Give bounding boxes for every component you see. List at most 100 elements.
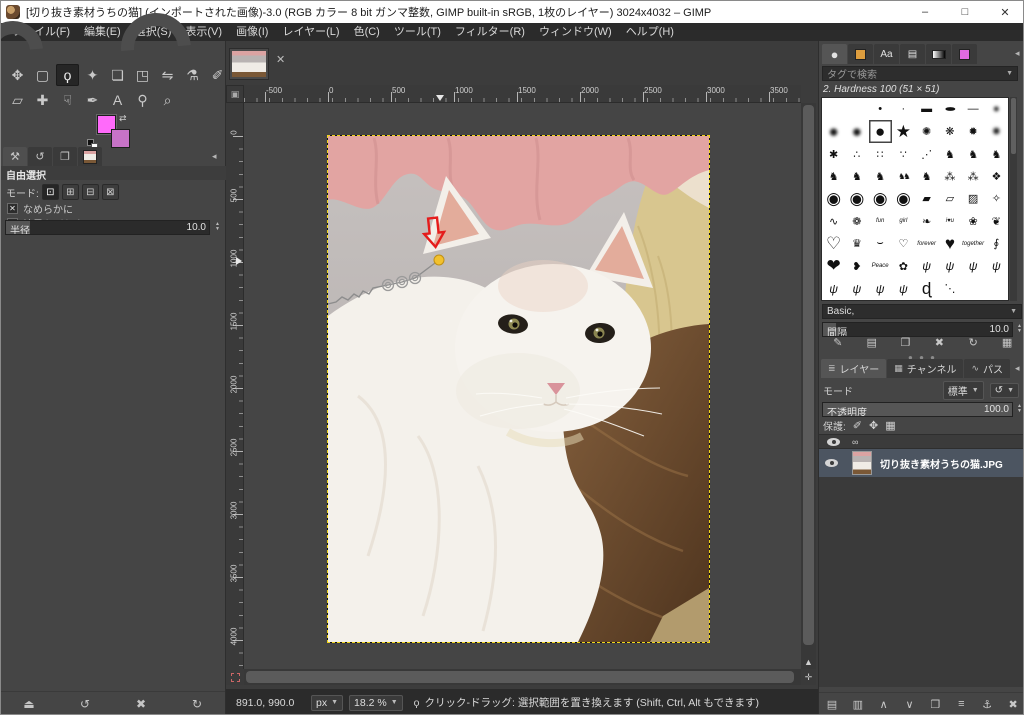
- merge-down-button[interactable]: ≡: [951, 698, 971, 711]
- brush-paw-print-2[interactable]: ⁂: [962, 165, 985, 187]
- brush-chalk-smear-2[interactable]: ▱: [938, 188, 961, 210]
- zoom-tool-button[interactable]: ⌕: [156, 89, 179, 111]
- blend-space-button[interactable]: ↺▼: [990, 383, 1019, 398]
- radius-spinner[interactable]: ▲▼: [213, 222, 222, 232]
- reset-tool-options-button[interactable]: ↻: [186, 697, 208, 711]
- brush-sprig-6[interactable]: ψ: [845, 278, 868, 300]
- brush-grunge-circle-1[interactable]: ◉: [822, 188, 845, 210]
- ruler-corner-button[interactable]: ▣: [226, 85, 244, 103]
- free-select-tool-button[interactable]: ϙ: [56, 64, 79, 86]
- brush-ink-scatter[interactable]: ⋱: [938, 278, 961, 300]
- brush-rose-doodle[interactable]: ❀: [962, 210, 985, 232]
- eraser-tool-button[interactable]: ▱: [6, 89, 29, 111]
- brush-heart-bold[interactable]: ❤: [822, 255, 845, 277]
- close-button[interactable]: ✕: [985, 1, 1024, 23]
- brush-dot-small[interactable]: •: [869, 98, 892, 120]
- brush-cherry-doodle[interactable]: ❦: [985, 210, 1008, 232]
- channels-tab[interactable]: ▦チャンネル: [887, 359, 963, 378]
- brush-cat-walking[interactable]: ♞: [822, 165, 845, 187]
- lower-layer-button[interactable]: ∨: [900, 698, 920, 711]
- patterns-tab[interactable]: [848, 44, 873, 64]
- brush-doodle-scribble[interactable]: ∿: [822, 210, 845, 232]
- brush-script-together[interactable]: together: [962, 233, 985, 255]
- layer-row[interactable]: 切り抜き素材うちの猫.JPG: [819, 449, 1024, 477]
- color-picker-tool-button[interactable]: ⚲: [131, 89, 154, 111]
- text-tool-button[interactable]: A: [106, 89, 129, 111]
- smudge-tool-button[interactable]: ☟: [56, 89, 79, 111]
- brush-grunge-circle-4[interactable]: ◉: [892, 188, 915, 210]
- canvas-image[interactable]: [328, 136, 709, 642]
- brush-fuzzy-circle-small[interactable]: ●: [822, 120, 845, 142]
- brush-fuzzy-circle[interactable]: ●: [845, 120, 868, 142]
- menu-item-tools[interactable]: ツール(T): [387, 23, 448, 41]
- quick-mask-toggle[interactable]: [226, 669, 244, 685]
- raise-layer-button[interactable]: ∧: [874, 698, 894, 711]
- horizontal-scrollbar[interactable]: [244, 669, 801, 685]
- brush-fuzzy-dot[interactable]: ●: [985, 98, 1008, 120]
- delete-layer-button[interactable]: ✖: [1003, 698, 1023, 711]
- panel-menu-button[interactable]: ◂: [1015, 48, 1020, 59]
- brush-sprig-8[interactable]: ψ: [892, 278, 915, 300]
- brush-lavender-sprig-4[interactable]: ψ: [985, 255, 1008, 277]
- unified-transform-tool-button[interactable]: ◳: [131, 64, 154, 86]
- image-tab[interactable]: [229, 48, 269, 80]
- menu-item-edit[interactable]: 編集(E): [77, 23, 128, 41]
- brush-crown-doodle[interactable]: ♛: [845, 233, 868, 255]
- select-mode-add-button[interactable]: ⊞: [62, 184, 79, 200]
- lock-pixels-button[interactable]: ✐: [853, 419, 862, 432]
- brush-lavender-sprig-2[interactable]: ψ: [938, 255, 961, 277]
- brush-cat-sitting[interactable]: ♞: [962, 143, 985, 165]
- open-brush-as-image-button[interactable]: ▦: [997, 336, 1017, 349]
- duplicate-layer-button[interactable]: ❐: [925, 698, 945, 711]
- brush-cat-stretching[interactable]: ♞: [938, 143, 961, 165]
- brush-cat-tail-up[interactable]: ♞: [915, 165, 938, 187]
- opacity-spinner[interactable]: ▲▼: [1015, 404, 1024, 414]
- device-status-tab[interactable]: ❐: [53, 147, 77, 166]
- brush-flower-stem[interactable]: ✿: [892, 255, 915, 277]
- brush-texture-blob[interactable]: ❖: [985, 165, 1008, 187]
- horizontal-ruler[interactable]: -5000500100015002000250030003500: [244, 85, 801, 103]
- brush-splatter-2[interactable]: ❋: [938, 120, 961, 142]
- brush-heart-outline[interactable]: ♡: [822, 233, 845, 255]
- vertical-scrollbar[interactable]: ▲: [801, 103, 816, 669]
- layer-mode-combo[interactable]: 標準▼: [943, 381, 984, 400]
- menu-item-help[interactable]: ヘルプ(H): [619, 23, 681, 41]
- images-tab[interactable]: [78, 147, 102, 166]
- brush-duck-silhouette[interactable]: ɖ: [915, 278, 938, 300]
- brush-splatter-1[interactable]: ✺: [915, 120, 938, 142]
- restore-tool-options-button[interactable]: ↺: [74, 697, 96, 711]
- refresh-brushes-button[interactable]: ↻: [963, 336, 983, 349]
- lock-position-button[interactable]: ✥: [869, 419, 878, 432]
- brush-hard-circle[interactable]: ●: [869, 120, 892, 142]
- brush-doodle-flower[interactable]: ❁: [845, 210, 868, 232]
- brush-grunge-circle-2[interactable]: ◉: [845, 188, 868, 210]
- select-mode-intersect-button[interactable]: ⊠: [102, 184, 119, 200]
- brush-lavender-sprig-1[interactable]: ψ: [915, 255, 938, 277]
- brush-star[interactable]: ★: [892, 120, 915, 142]
- canvas-viewport[interactable]: [244, 103, 801, 669]
- select-mode-replace-button[interactable]: ⊡: [42, 184, 59, 200]
- anchor-layer-button[interactable]: ⚓: [977, 698, 997, 711]
- antialiasing-checkbox[interactable]: ✕: [7, 203, 18, 214]
- edit-brush-button[interactable]: ✎: [828, 336, 848, 349]
- background-color-swatch[interactable]: [111, 129, 130, 148]
- brush-splatter-3[interactable]: ✹: [962, 120, 985, 142]
- brush-swirl-doodle[interactable]: ∮: [985, 233, 1008, 255]
- maximize-button[interactable]: □: [945, 1, 985, 23]
- clone-tool-button[interactable]: ✚: [31, 89, 54, 111]
- brush-confetti[interactable]: ∷: [869, 143, 892, 165]
- tool-options-tab[interactable]: ⚒: [3, 147, 27, 166]
- flip-tool-button[interactable]: ⇋: [156, 64, 179, 86]
- minimize-button[interactable]: –: [905, 1, 945, 23]
- save-tool-options-button[interactable]: ⏏: [18, 697, 40, 711]
- brush-cat-sitting-2[interactable]: ♞: [845, 165, 868, 187]
- brush-grid-scrollbar[interactable]: [1010, 97, 1017, 301]
- brush-sprig-5[interactable]: ψ: [822, 278, 845, 300]
- bucket-fill-tool-button[interactable]: ⚗: [181, 64, 204, 86]
- undo-history-tab[interactable]: ↺: [28, 147, 52, 166]
- brushes-tab[interactable]: ●: [822, 44, 847, 64]
- delete-brush-button[interactable]: ✖: [929, 336, 949, 349]
- brush-script-peace[interactable]: Peace: [869, 255, 892, 277]
- zoom-combo[interactable]: 18.2 %▼: [349, 695, 403, 711]
- image-tab-close-icon[interactable]: ✕: [276, 53, 285, 66]
